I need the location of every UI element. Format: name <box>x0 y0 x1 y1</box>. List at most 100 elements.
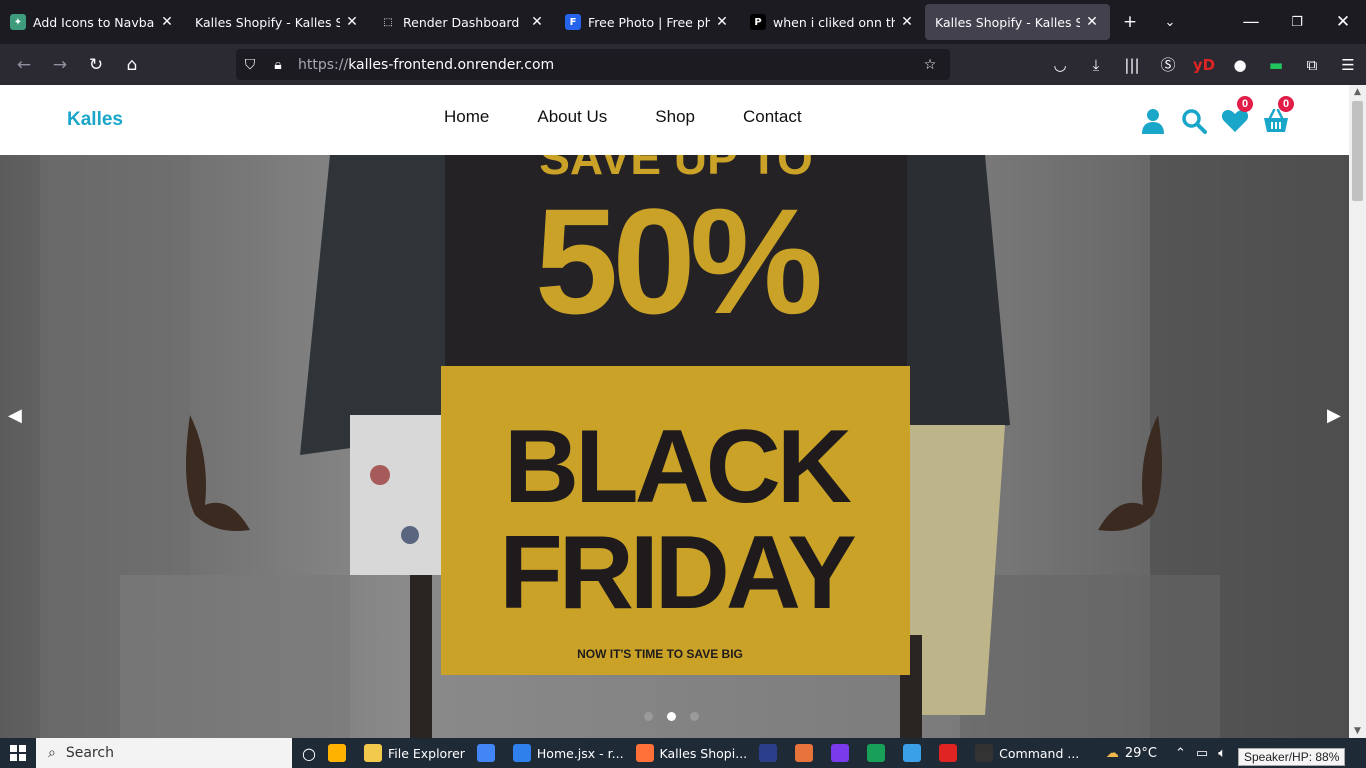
restore-button[interactable]: ❐ <box>1274 15 1320 30</box>
main-menu: Home About Us Shop Contact <box>420 107 826 127</box>
temperature[interactable]: 29°C <box>1125 746 1157 761</box>
taskbar-app[interactable] <box>322 738 358 768</box>
tab-close-icon[interactable]: ✕ <box>344 14 360 30</box>
taskbar-app-label: File Explorer <box>387 745 465 761</box>
menu-shop[interactable]: Shop <box>655 107 695 127</box>
taskbar-app-label: Kalles Shopi... <box>659 745 748 761</box>
url-bar[interactable]: ⛉ 🔒︎ https://kalles-frontend.onrender.co… <box>236 49 950 80</box>
taskbar-app[interactable] <box>753 738 789 768</box>
taskbar-app[interactable] <box>861 738 897 768</box>
wishlist-heart-icon[interactable]: 0 <box>1214 96 1255 137</box>
taskbar-app-icon <box>939 744 958 762</box>
scroll-up-arrow[interactable]: ▲ <box>1349 87 1366 97</box>
tab-close-icon[interactable]: ✕ <box>159 14 175 30</box>
tab-close-icon[interactable]: ✕ <box>529 14 545 30</box>
slider-prev-arrow[interactable]: ◀ <box>8 405 22 426</box>
taskbar-app[interactable] <box>897 738 933 768</box>
menu-home[interactable]: Home <box>444 107 489 127</box>
new-tab-button[interactable]: + <box>1110 12 1150 32</box>
list-all-tabs-button[interactable]: ⌄ <box>1150 15 1190 30</box>
browser-tab[interactable]: Kalles Shopify - Kalles Shopify✕ <box>925 4 1110 40</box>
library-icon[interactable]: ||| <box>1114 56 1150 74</box>
slider-dot-2[interactable] <box>667 712 676 721</box>
scroll-down-arrow[interactable]: ▼ <box>1349 726 1366 736</box>
taskbar-app-icon <box>975 744 994 762</box>
extension-green-icon[interactable]: ▬ <box>1258 56 1294 74</box>
browser-tab[interactable]: ⬚ Render Dashboard ✕ <box>370 4 555 40</box>
hero-tagline: NOW IT'S TIME TO SAVE BIG <box>577 647 743 661</box>
extension-s-icon[interactable]: Ⓢ <box>1150 54 1186 75</box>
toolbar-right: ◡ ⤓ ||| Ⓢ yD ● ▬ ⧉ ☰ <box>1042 44 1366 85</box>
browser-tab[interactable]: Kalles Shopify - Kalles Shopify✕ <box>185 4 370 40</box>
lock-icon[interactable]: 🔒︎ <box>264 57 292 73</box>
menu-about-us[interactable]: About Us <box>537 107 607 127</box>
taskbar-app-icon <box>635 744 654 762</box>
hero-friday: FRIDAY <box>499 515 857 631</box>
pocket-icon[interactable]: ◡ <box>1042 56 1078 74</box>
taskbar-app[interactable]: File Explorer <box>358 738 471 768</box>
windows-start-icon[interactable] <box>0 738 36 768</box>
search-icon[interactable] <box>1173 105 1214 137</box>
tab-favicon-icon: P <box>750 14 766 30</box>
close-window-button[interactable]: ✕ <box>1320 12 1366 32</box>
taskbar-app[interactable]: Kalles Shopi... <box>630 738 754 768</box>
menu-icon[interactable]: ☰ <box>1330 56 1366 74</box>
url-text[interactable]: https://kalles-frontend.onrender.com <box>292 57 916 73</box>
browser-tab[interactable]: Pwhen i cliked onn the e✕ <box>740 4 925 40</box>
slider-next-arrow[interactable]: ▶ <box>1327 405 1341 426</box>
cart-basket-icon[interactable]: 0 <box>1255 96 1296 137</box>
taskbar-app-icon <box>867 744 886 762</box>
reload-button[interactable]: ↻ <box>78 55 114 75</box>
cart-count-badge: 0 <box>1278 96 1294 112</box>
taskbar-app[interactable] <box>471 738 507 768</box>
tab-title: Free Photo | Free photo <box>588 14 710 30</box>
wishlist-count-badge: 0 <box>1237 96 1253 112</box>
menu-contact[interactable]: Contact <box>743 107 802 127</box>
tab-close-icon[interactable]: ✕ <box>714 14 730 30</box>
task-view-icon[interactable]: ○ <box>296 738 322 768</box>
battery-icon[interactable]: ▭ <box>1196 746 1208 761</box>
extension-puzzle-dark-icon[interactable]: ● <box>1222 56 1258 74</box>
header-icons: 0 0 <box>1132 96 1296 137</box>
speaker-icon[interactable]: 🔈︎ <box>1218 746 1226 761</box>
tab-close-icon[interactable]: ✕ <box>1084 14 1100 30</box>
slider-dot-3[interactable] <box>690 712 699 721</box>
home-button[interactable]: ⌂ <box>114 55 150 75</box>
slider-dots <box>644 712 699 721</box>
taskbar-search[interactable]: ⌕ Search <box>36 738 292 768</box>
slider-dot-1[interactable] <box>644 712 653 721</box>
extensions-icon[interactable]: ⧉ <box>1294 56 1330 74</box>
page-viewport: Kalles Home About Us Shop Contact 0 0 SA… <box>0 85 1349 738</box>
user-icon[interactable] <box>1132 105 1173 137</box>
tab-title: Add Icons to Navbar <box>33 14 155 30</box>
tray-chevron-icon[interactable]: ⌃ <box>1175 746 1186 761</box>
windows-taskbar: ⌕ Search ○ File Explorer Home.jsx - r... K… <box>0 738 1366 768</box>
taskbar-app[interactable]: Home.jsx - r... <box>507 738 630 768</box>
taskbar-app[interactable] <box>825 738 861 768</box>
taskbar-app[interactable] <box>789 738 825 768</box>
browser-tab[interactable]: ✦ Add Icons to Navbar ✕ <box>0 4 185 40</box>
tab-favicon-icon: F <box>565 14 581 30</box>
page-scrollbar[interactable]: ▲ ▼ <box>1349 85 1366 738</box>
downloads-icon[interactable]: ⤓ <box>1078 56 1114 74</box>
browser-tab[interactable]: F Free Photo | Free photo✕ <box>555 4 740 40</box>
tab-close-icon[interactable]: ✕ <box>899 14 915 30</box>
taskbar-app[interactable]: Command ... <box>969 738 1085 768</box>
back-button[interactable]: ← <box>6 55 42 75</box>
hero-percent: 50% <box>534 177 823 345</box>
weather-icon[interactable]: ☁ <box>1106 746 1119 761</box>
browser-nav-bar: ← → ↻ ⌂ ⛉ 🔒︎ https://kalles-frontend.onr… <box>0 44 1366 85</box>
taskbar-app[interactable] <box>933 738 969 768</box>
extension-yd-icon[interactable]: yD <box>1186 56 1222 74</box>
site-logo[interactable]: Kalles <box>67 109 123 131</box>
bookmark-star-icon[interactable]: ☆ <box>916 57 944 73</box>
shield-icon[interactable]: ⛉ <box>236 57 264 73</box>
taskbar-app-icon <box>831 744 850 762</box>
taskbar-app-icon <box>363 744 382 762</box>
forward-button[interactable]: → <box>42 55 78 75</box>
taskbar-app-icon <box>795 744 814 762</box>
site-header: Kalles Home About Us Shop Contact 0 0 <box>0 85 1349 155</box>
scroll-thumb[interactable] <box>1352 101 1363 201</box>
minimize-button[interactable]: — <box>1228 12 1274 32</box>
taskbar-app-icon <box>903 744 922 762</box>
